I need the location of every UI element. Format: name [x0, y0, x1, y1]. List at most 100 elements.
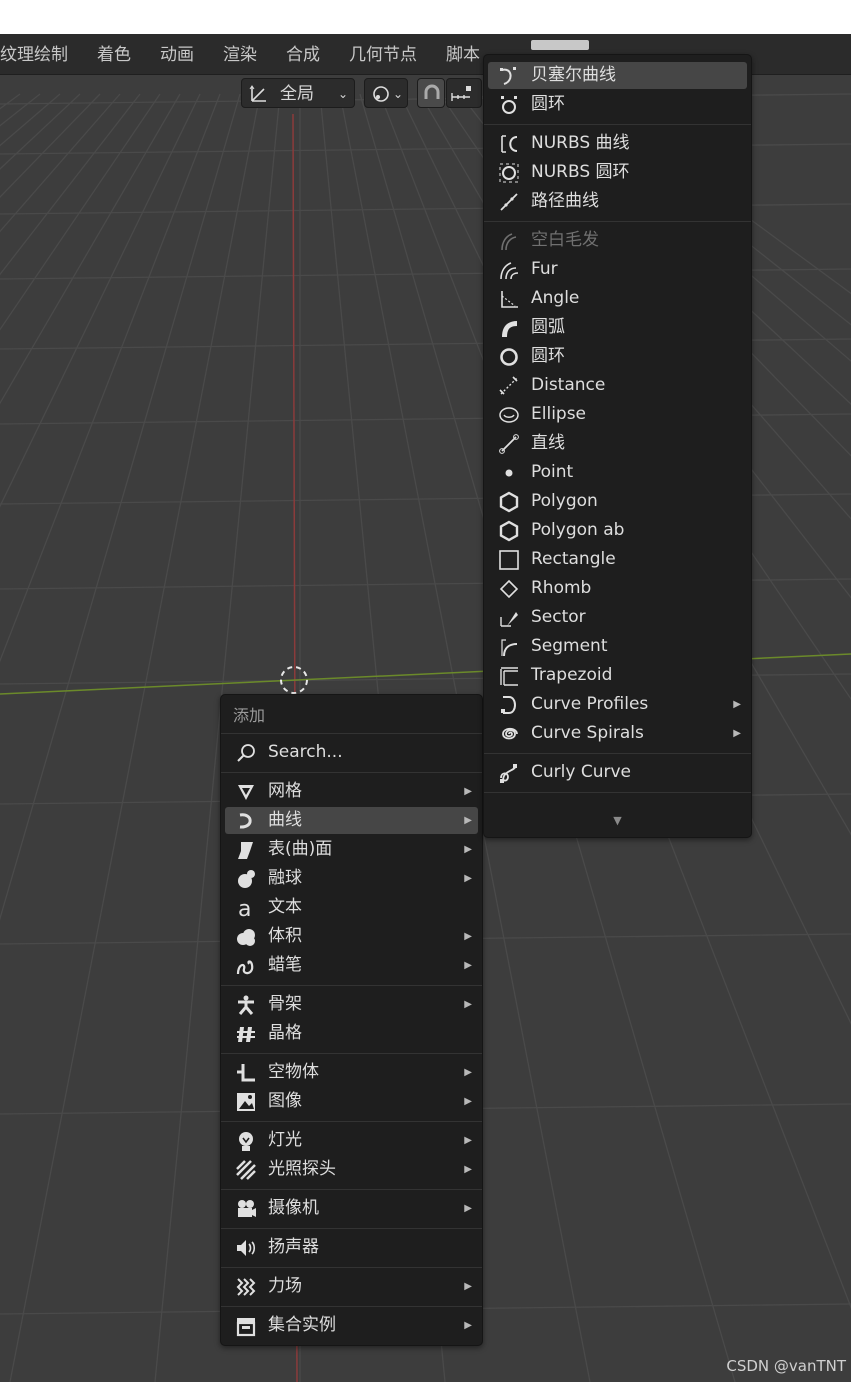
workspace-tab[interactable]: 脚本	[446, 34, 480, 74]
curve-menu-item[interactable]: Polygon ab	[488, 517, 747, 544]
curve-icon	[235, 810, 257, 832]
add-menu-item-label: 骨架	[268, 994, 302, 1014]
add-menu-item[interactable]: 曲线 ▶	[225, 807, 478, 834]
snap-toggle[interactable]	[417, 78, 445, 108]
add-menu-item[interactable]: 图像 ▶	[225, 1088, 478, 1115]
curve-menu-item[interactable]: 圆弧	[488, 314, 747, 341]
add-menu-item[interactable]: 空物体 ▶	[225, 1059, 478, 1086]
grid-line	[0, 93, 121, 233]
editor-type-icon[interactable]	[531, 40, 589, 50]
nurbs-circle-icon	[498, 162, 520, 184]
curve-menu-item[interactable]: Sector	[488, 604, 747, 631]
curve-menu-item-label: NURBS 曲线	[531, 133, 630, 153]
volume-icon	[235, 926, 257, 948]
add-menu-item[interactable]: 力场 ▶	[225, 1273, 478, 1300]
curve-menu-item[interactable]: Polygon	[488, 488, 747, 515]
curve-menu-item[interactable]: Fur	[488, 256, 747, 283]
transform-orientation-dropdown[interactable]: 全局 ⌄	[241, 78, 355, 108]
workspace-tab[interactable]: 动画	[160, 34, 194, 74]
curve-menu-item[interactable]: Ellipse	[488, 401, 747, 428]
curve-menu-item[interactable]: 路径曲线	[488, 188, 747, 215]
add-menu-item[interactable]: 光照探头 ▶	[225, 1156, 478, 1183]
submenu-arrow-icon: ▶	[464, 786, 472, 797]
circle-icon	[498, 346, 520, 368]
angle-icon	[498, 288, 520, 310]
add-menu-item[interactable]: a 文本	[225, 894, 478, 921]
add-menu: 添加 Search... 网格 ▶ 曲线 ▶ 表(曲)面 ▶ 融球 ▶ a 文本 体积 ▶ 蜡笔 ▶ 骨架 ▶ 晶格…	[220, 694, 483, 1346]
curve-menu-item-label: Rhomb	[531, 578, 592, 598]
distance-icon	[498, 375, 520, 397]
workspace-tab[interactable]: 合成	[286, 34, 320, 74]
grid-line	[0, 93, 221, 663]
add-menu-item[interactable]: 蜡笔 ▶	[225, 952, 478, 979]
pivot-point-dropdown[interactable]: ⌄	[364, 78, 408, 108]
metaball-icon	[235, 868, 257, 890]
curve-menu-item-label: Curly Curve	[531, 762, 631, 782]
curve-menu-item[interactable]: Angle	[488, 285, 747, 312]
curve-menu-item[interactable]: 圆环	[488, 343, 747, 370]
grid-line	[0, 93, 61, 147]
menu-separator	[484, 124, 751, 125]
curve-menu-item[interactable]: Distance	[488, 372, 747, 399]
add-menu-item[interactable]: 骨架 ▶	[225, 991, 478, 1018]
scroll-down-indicator[interactable]: ▼	[484, 814, 751, 827]
grid-line	[0, 93, 241, 921]
workspace-tab[interactable]: 渲染	[223, 34, 257, 74]
add-menu-item[interactable]: 融球 ▶	[225, 865, 478, 892]
add-menu-item[interactable]: 网格 ▶	[225, 778, 478, 805]
add-menu-item-label: 体积	[268, 926, 302, 946]
curve-menu-item[interactable]: Point	[488, 459, 747, 486]
curve-menu-item[interactable]: Trapezoid	[488, 662, 747, 689]
snap-target-dropdown[interactable]	[446, 78, 482, 108]
curve-menu-item[interactable]: 贝塞尔曲线	[488, 62, 747, 89]
menu-search-label: Search...	[268, 742, 343, 762]
pivot-icon	[370, 83, 392, 105]
curve-menu-item[interactable]: NURBS 圆环	[488, 159, 747, 186]
workspace-tab[interactable]: 几何节点	[349, 34, 417, 74]
menu-separator	[221, 733, 482, 734]
add-menu-item[interactable]: 灯光 ▶	[225, 1127, 478, 1154]
menu-search[interactable]: Search...	[225, 739, 478, 766]
curly-curve-icon	[498, 762, 520, 784]
submenu-arrow-icon: ▶	[464, 1067, 472, 1078]
add-menu-item[interactable]: 集合实例 ▶	[225, 1312, 478, 1339]
curve-menu-item: 空白毛发	[488, 227, 747, 254]
bezier-circle-icon	[498, 94, 520, 116]
add-menu-item[interactable]: 表(曲)面 ▶	[225, 836, 478, 863]
curve-menu-item[interactable]: 圆环	[488, 91, 747, 118]
snap-increment-icon	[450, 83, 472, 105]
curve-menu-item[interactable]: 直线	[488, 430, 747, 457]
curve-menu-item[interactable]: Segment	[488, 633, 747, 660]
curve-menu-item[interactable]: Rhomb	[488, 575, 747, 602]
force-field-icon	[235, 1276, 257, 1298]
transform-orientation-label: 全局	[280, 84, 314, 104]
submenu-arrow-icon: ▶	[464, 1203, 472, 1214]
rhomb-icon	[498, 578, 520, 600]
add-menu-item[interactable]: 体积 ▶	[225, 923, 478, 950]
curve-profiles-icon	[498, 694, 520, 716]
curve-menu-item[interactable]: Curve Profiles ▶	[488, 691, 747, 718]
add-menu-item[interactable]: 晶格	[225, 1020, 478, 1047]
light-probe-icon	[235, 1159, 257, 1181]
submenu-arrow-icon: ▶	[464, 1320, 472, 1331]
add-menu-item-label: 蜡笔	[268, 955, 302, 975]
curve-menu-item[interactable]: Curve Spirals ▶	[488, 720, 747, 747]
curve-menu-item-label: 直线	[531, 433, 565, 453]
workspace-tab[interactable]: 着色	[97, 34, 131, 74]
path-curve-icon	[498, 191, 520, 213]
armature-icon	[235, 994, 257, 1016]
submenu-arrow-icon: ▶	[464, 815, 472, 826]
add-menu-item[interactable]: 扬声器	[225, 1234, 478, 1261]
bezier-curve-icon	[498, 65, 520, 87]
line-icon	[498, 433, 520, 455]
curve-menu-item-label: Trapezoid	[531, 665, 613, 685]
text-icon: a	[235, 897, 257, 919]
curve-menu-item[interactable]: Rectangle	[488, 546, 747, 573]
menu-separator	[221, 1189, 482, 1190]
curve-menu-item[interactable]: NURBS 曲线	[488, 130, 747, 157]
workspace-tab[interactable]: 纹理绘制	[0, 34, 68, 74]
add-menu-item[interactable]: 摄像机 ▶	[225, 1195, 478, 1222]
segment-icon	[498, 636, 520, 658]
curve-menu-item[interactable]: Curly Curve	[488, 759, 747, 786]
nurbs-curve-icon	[498, 133, 520, 155]
